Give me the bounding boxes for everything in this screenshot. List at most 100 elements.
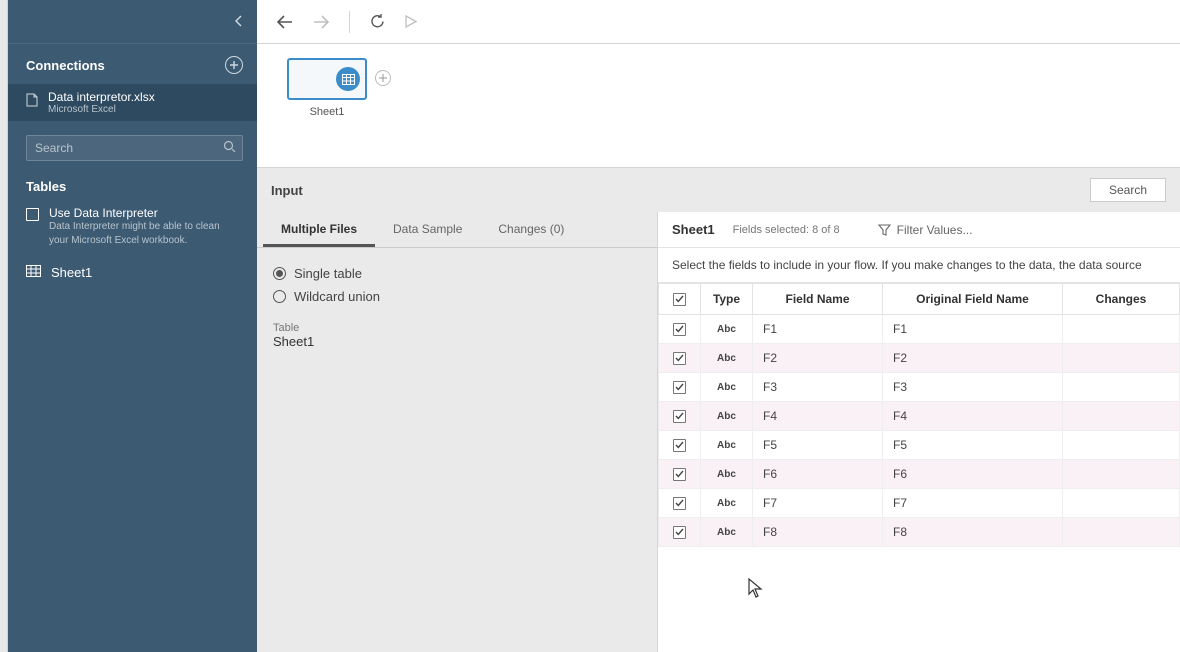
connection-item[interactable]: Data interpretor.xlsx Microsoft Excel <box>8 84 257 121</box>
data-interpreter-toggle[interactable]: Use Data Interpreter Data Interpreter mi… <box>8 202 257 255</box>
changes-cell <box>1063 518 1180 547</box>
table-row[interactable]: AbcF5F5 <box>659 431 1180 460</box>
type-cell[interactable]: Abc <box>701 489 753 518</box>
original-field-name-cell: F1 <box>883 315 1063 344</box>
file-icon <box>26 93 38 110</box>
toolbar <box>257 0 1180 44</box>
row-checkbox[interactable] <box>673 526 686 539</box>
field-name-cell[interactable]: F7 <box>753 489 883 518</box>
plus-icon <box>379 74 387 82</box>
original-field-name-cell: F7 <box>883 489 1063 518</box>
filter-values-label: Filter Values... <box>897 223 973 237</box>
table-row[interactable]: AbcF2F2 <box>659 344 1180 373</box>
radio-wildcard-union[interactable]: Wildcard union <box>273 285 641 308</box>
connection-type: Microsoft Excel <box>48 104 155 115</box>
interpreter-checkbox[interactable] <box>26 208 39 221</box>
field-name-cell[interactable]: F8 <box>753 518 883 547</box>
filter-icon <box>878 224 891 236</box>
table-row[interactable]: AbcF1F1 <box>659 315 1180 344</box>
tab-strip: Multiple Files Data Sample Changes (0) <box>257 212 657 248</box>
select-all-checkbox[interactable] <box>673 293 686 306</box>
flow-node-sheet1[interactable] <box>287 58 367 100</box>
plus-icon <box>229 60 239 70</box>
col-changes: Changes <box>1063 284 1180 315</box>
tab-data-sample[interactable]: Data Sample <box>375 212 480 247</box>
sidebar-collapse-bar <box>8 0 257 44</box>
row-checkbox[interactable] <box>673 381 686 394</box>
radio-single-table[interactable]: Single table <box>273 262 641 285</box>
field-name-cell[interactable]: F4 <box>753 402 883 431</box>
type-cell[interactable]: Abc <box>701 315 753 344</box>
type-cell[interactable]: Abc <box>701 402 753 431</box>
radio-input[interactable] <box>273 267 286 280</box>
field-name-cell[interactable]: F3 <box>753 373 883 402</box>
toolbar-separator <box>349 11 350 33</box>
table-item-sheet1[interactable]: Sheet1 <box>8 255 257 290</box>
field-name-cell[interactable]: F1 <box>753 315 883 344</box>
table-icon <box>26 265 41 280</box>
back-button[interactable] <box>271 11 299 33</box>
changes-cell <box>1063 460 1180 489</box>
field-name-cell[interactable]: F5 <box>753 431 883 460</box>
row-checkbox[interactable] <box>673 468 686 481</box>
interpreter-label: Use Data Interpreter <box>49 206 239 220</box>
type-cell[interactable]: Abc <box>701 518 753 547</box>
table-row[interactable]: AbcF4F4 <box>659 402 1180 431</box>
connections-label: Connections <box>26 58 105 73</box>
type-cell[interactable]: Abc <box>701 431 753 460</box>
connection-name: Data interpretor.xlsx <box>48 90 155 104</box>
filter-values-button[interactable]: Filter Values... <box>878 223 973 237</box>
tab-changes[interactable]: Changes (0) <box>480 212 582 247</box>
changes-cell <box>1063 431 1180 460</box>
table-row[interactable]: AbcF6F6 <box>659 460 1180 489</box>
fields-panel-description: Select the fields to include in your flo… <box>658 248 1180 283</box>
changes-cell <box>1063 315 1180 344</box>
node-type-icon <box>336 67 360 91</box>
add-connection-button[interactable] <box>225 56 243 74</box>
collapse-sidebar-button[interactable] <box>235 14 243 30</box>
original-field-name-cell: F5 <box>883 431 1063 460</box>
fields-table: Type Field Name Original Field Name Chan… <box>658 283 1180 547</box>
col-original-field-name: Original Field Name <box>883 284 1063 315</box>
original-field-name-cell: F4 <box>883 402 1063 431</box>
radio-input[interactable] <box>273 290 286 303</box>
row-checkbox[interactable] <box>673 352 686 365</box>
fields-selected-meta: Fields selected: 8 of 8 <box>733 224 840 236</box>
type-cell[interactable]: Abc <box>701 373 753 402</box>
input-title: Input <box>271 183 303 198</box>
col-checkbox <box>659 284 701 315</box>
original-field-name-cell: F6 <box>883 460 1063 489</box>
search-input[interactable] <box>26 135 243 161</box>
changes-cell <box>1063 373 1180 402</box>
row-checkbox[interactable] <box>673 410 686 423</box>
search-button[interactable]: Search <box>1090 178 1166 202</box>
type-cell[interactable]: Abc <box>701 460 753 489</box>
original-field-name-cell: F8 <box>883 518 1063 547</box>
lower-panel: Input Search Multiple Files Data Sample … <box>257 168 1180 652</box>
flow-canvas[interactable]: Sheet1 <box>257 44 1180 168</box>
run-button[interactable] <box>399 11 423 32</box>
radio-label: Wildcard union <box>294 289 380 304</box>
add-step-button[interactable] <box>375 70 391 86</box>
row-checkbox[interactable] <box>673 323 686 336</box>
tab-multiple-files[interactable]: Multiple Files <box>263 212 375 247</box>
field-name-cell[interactable]: F2 <box>753 344 883 373</box>
row-checkbox[interactable] <box>673 439 686 452</box>
refresh-button[interactable] <box>364 10 391 33</box>
fields-panel: Sheet1 Fields selected: 8 of 8 Filter Va… <box>657 212 1180 652</box>
table-heading: Table <box>273 322 641 334</box>
changes-cell <box>1063 344 1180 373</box>
table-row[interactable]: AbcF7F7 <box>659 489 1180 518</box>
table-row[interactable]: AbcF8F8 <box>659 518 1180 547</box>
table-value: Sheet1 <box>273 334 641 349</box>
row-checkbox[interactable] <box>673 497 686 510</box>
table-item-label: Sheet1 <box>51 265 92 280</box>
table-row[interactable]: AbcF3F3 <box>659 373 1180 402</box>
forward-button[interactable] <box>307 11 335 33</box>
original-field-name-cell: F2 <box>883 344 1063 373</box>
field-name-cell[interactable]: F6 <box>753 460 883 489</box>
changes-cell <box>1063 489 1180 518</box>
left-gutter <box>0 0 8 652</box>
sidebar: Connections Data interpretor.xlsx Micros… <box>8 0 257 652</box>
type-cell[interactable]: Abc <box>701 344 753 373</box>
